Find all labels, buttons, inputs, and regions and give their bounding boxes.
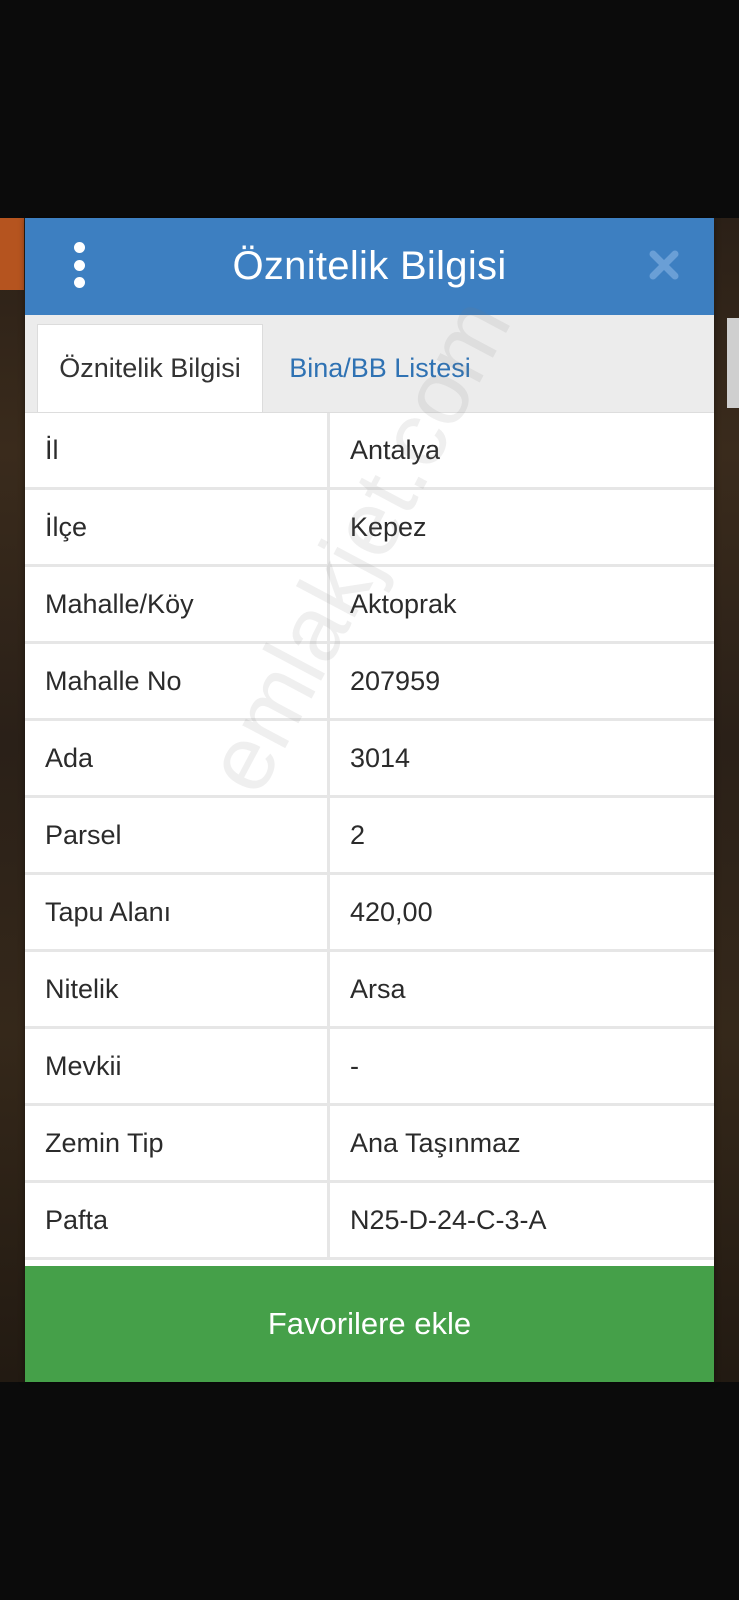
attribute-key: Pafta [25, 1183, 330, 1257]
tabs-bar: Öznitelik Bilgisi Bina/BB Listesi [25, 315, 714, 413]
attribute-value: 2 [350, 819, 366, 850]
modal-title: Öznitelik Bilgisi [232, 244, 507, 288]
screen: Öznitelik Bilgisi Öznitelik Bilgisi Bina… [0, 0, 739, 1600]
table-row: Ada 3014 [25, 721, 714, 798]
tab-building-list[interactable]: Bina/BB Listesi [275, 324, 485, 412]
table-row: Tapu Alanı 420,00 [25, 875, 714, 952]
table-row: Parsel 2 [25, 798, 714, 875]
attribute-key: Nitelik [25, 952, 330, 1026]
attribute-value: Kepez [350, 511, 427, 542]
attribute-key: Tapu Alanı [25, 875, 330, 949]
attribute-key: Zemin Tip [25, 1106, 330, 1180]
scrollbar[interactable] [727, 318, 739, 408]
add-to-favorites-button[interactable]: Favorilere ekle [25, 1266, 714, 1382]
attribute-key: Mahalle No [25, 644, 330, 718]
table-row: Nitelik Arsa [25, 952, 714, 1029]
attribute-value: Ana Taşınmaz [350, 1127, 521, 1158]
attribute-value: 3014 [350, 742, 411, 773]
attribute-value: Aktoprak [350, 588, 457, 619]
table-row: İl Antalya [25, 413, 714, 490]
attribute-key: Mevkii [25, 1029, 330, 1103]
tab-attribute-info[interactable]: Öznitelik Bilgisi [37, 324, 263, 412]
attribute-key: Parsel [25, 798, 330, 872]
attribute-value: - [350, 1050, 359, 1081]
attribute-value: 207959 [350, 665, 441, 696]
attribute-key: Mahalle/Köy [25, 567, 330, 641]
table-row: İlçe Kepez [25, 490, 714, 567]
table-row: Mevkii - [25, 1029, 714, 1106]
modal-header: Öznitelik Bilgisi [25, 218, 714, 315]
close-icon[interactable] [644, 242, 684, 288]
attribute-value: 420,00 [350, 896, 433, 927]
attribute-key: İlçe [25, 490, 330, 564]
attribute-value: N25-D-24-C-3-A [350, 1204, 547, 1235]
attribute-table: İl Antalya İlçe Kepez Mahalle/Köy Aktopr… [25, 413, 714, 1260]
attribute-key: Ada [25, 721, 330, 795]
kebab-menu-icon[interactable] [72, 242, 86, 288]
attribute-info-modal: Öznitelik Bilgisi Öznitelik Bilgisi Bina… [25, 218, 714, 1382]
map-edge-accent [0, 218, 24, 290]
table-row: Mahalle/Köy Aktoprak [25, 567, 714, 644]
table-row: Zemin Tip Ana Taşınmaz [25, 1106, 714, 1183]
attribute-value: Antalya [350, 434, 441, 465]
attribute-value: Arsa [350, 973, 406, 1004]
table-row: Pafta N25-D-24-C-3-A [25, 1183, 714, 1260]
attribute-key: İl [25, 413, 330, 487]
table-row: Mahalle No 207959 [25, 644, 714, 721]
